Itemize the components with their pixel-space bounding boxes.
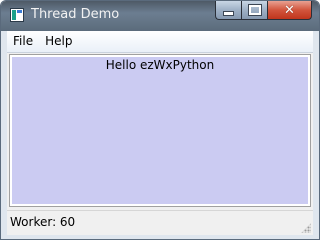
title-bar[interactable]: Thread Demo ✕ (1, 1, 319, 31)
menu-help[interactable]: Help (39, 31, 78, 52)
minimize-button[interactable] (215, 1, 241, 20)
close-icon: ✕ (284, 2, 295, 18)
maximize-button[interactable] (241, 1, 267, 20)
status-text: Worker: 60 (10, 215, 76, 229)
panel-frame: Hello ezWxPython (9, 54, 311, 207)
window-title: Thread Demo (31, 7, 120, 22)
menu-file[interactable]: File (7, 31, 39, 52)
close-button[interactable]: ✕ (267, 1, 312, 20)
client-area: File Help Hello ezWxPython Worker: 60 (7, 31, 313, 235)
menu-bar: File Help (7, 31, 313, 53)
status-bar: Worker: 60 (7, 210, 313, 235)
caption-buttons: ✕ (215, 1, 312, 21)
minimize-icon (223, 10, 234, 16)
main-panel: Hello ezWxPython (12, 57, 308, 204)
app-window: Thread Demo ✕ File Help Hello ezWxPython… (0, 0, 320, 240)
hello-label: Hello ezWxPython (105, 58, 215, 72)
maximize-icon (247, 4, 262, 16)
size-grip-icon[interactable] (301, 223, 311, 233)
app-icon[interactable] (10, 8, 24, 22)
